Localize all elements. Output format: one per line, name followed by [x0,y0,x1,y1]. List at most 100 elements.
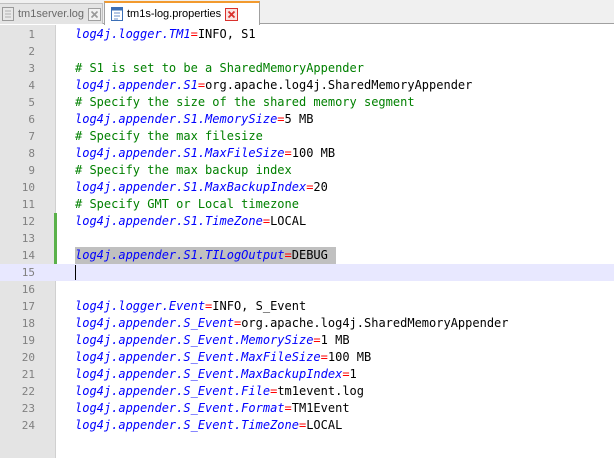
line-number: 20 [21,351,35,364]
code-text: # Specify the max backup index [75,162,292,179]
close-icon[interactable] [88,7,102,21]
property-value: LOCAL [306,418,343,432]
property-value: org.apache.log4j.SharedMemoryAppender [205,78,473,92]
property-value: DEBUG [291,248,328,262]
text-cursor [75,265,76,280]
line-number: 4 [28,79,35,92]
line-number: 23 [21,402,35,415]
code-text: log4j.appender.S_Event.MaxFileSize=100 M… [75,349,371,366]
line-number: 10 [21,181,35,194]
property-value: INFO, S_Event [212,299,307,313]
code-line[interactable]: 7 # Specify the max filesize [0,128,614,145]
property-value: org.apache.log4j.SharedMemoryAppender [241,316,509,330]
code-text: log4j.appender.S_Event.File=tm1event.log [75,383,364,400]
file-icon [2,7,14,21]
property-value: 1 [349,367,357,381]
change-marker [54,230,57,247]
code-text: log4j.appender.S_Event.MaxBackupIndex=1 [75,366,357,383]
code-line[interactable]: 11 # Specify GMT or Local timezone [0,196,614,213]
equals-sign: = [313,333,321,347]
property-key: log4j.appender.S1.MaxFileSize [75,146,285,160]
property-value: 1 MB [320,333,350,347]
line-number: 2 [28,45,35,58]
line-number: 14 [21,249,35,262]
comment-text: # Specify the max filesize [75,129,263,143]
line-number: 11 [21,198,35,211]
close-icon[interactable] [225,7,239,21]
line-number: 5 [28,96,35,109]
code-text: log4j.appender.S1.TILogOutput=DEBUG [75,247,336,264]
tab-label: tm1s-log.properties [127,8,222,20]
code-text: # S1 is set to be a SharedMemoryAppender [75,60,364,77]
code-line[interactable]: 12 log4j.appender.S1.TimeZone=LOCAL [0,213,614,230]
code-text: # Specify the max filesize [75,128,263,145]
change-marker [54,213,57,230]
tab-tm1server-log[interactable]: tm1server.log [0,3,103,24]
equals-sign: = [197,78,206,92]
property-key: log4j.appender.S_Event.MemorySize [75,333,314,347]
code-line[interactable]: 13 [0,230,614,247]
code-line[interactable]: 16 [0,281,614,298]
property-key: log4j.appender.S1.MemorySize [75,112,278,126]
code-line[interactable]: 23 log4j.appender.S_Event.Format=TM1Event [0,400,614,417]
tab-tm1s-log-properties[interactable]: tm1s-log.properties [104,1,260,25]
equals-sign: = [284,146,292,160]
code-line[interactable]: 14 log4j.appender.S1.TILogOutput=DEBUG [0,247,614,264]
line-number: 3 [28,62,35,75]
code-line[interactable]: 2 [0,43,614,60]
line-number: 9 [28,164,35,177]
code-text: log4j.appender.S1.MaxFileSize=100 MB [75,145,335,162]
code-editor[interactable]: 1 log4j.logger.TM1=INFO, S1 2 3 # S1 is set … [0,25,614,458]
code-line[interactable]: 24 log4j.appender.S_Event.TimeZone=LOCAL [0,417,614,434]
code-line[interactable]: 1 log4j.logger.TM1=INFO, S1 [0,26,614,43]
property-key: log4j.appender.S_Event.Format [75,401,285,415]
line-number: 17 [21,300,35,313]
property-value: 20 [313,180,328,194]
code-text: # Specify GMT or Local timezone [75,196,299,213]
property-value: tm1event.log [277,384,365,398]
code-line[interactable]: 17 log4j.logger.Event=INFO, S_Event [0,298,614,315]
comment-text: # Specify GMT or Local timezone [75,197,299,211]
line-number: 6 [28,113,35,126]
code-text: log4j.appender.S_Event=org.apache.log4j.… [75,315,509,332]
property-key: log4j.appender.S1.TILogOutput [75,248,285,262]
code-line[interactable]: 22 log4j.appender.S_Event.File=tm1event.l… [0,383,614,400]
equals-sign: = [262,214,271,228]
code-line[interactable]: 5 # Specify the size of the shared memory… [0,94,614,111]
comment-text: # Specify the max backup index [75,163,292,177]
code-line[interactable]: 21 log4j.appender.S_Event.MaxBackupIndex=… [0,366,614,383]
equals-sign: = [277,112,285,126]
tab-bar: tm1server.log tm1s-log.properties [0,0,614,25]
line-number: 16 [21,283,35,296]
code-text: log4j.appender.S1=org.apache.log4j.Share… [75,77,472,94]
equals-sign: = [190,27,198,41]
change-marker [54,247,57,264]
code-line[interactable]: 10 log4j.appender.S1.MaxBackupIndex=20 [0,179,614,196]
code-text: log4j.appender.S1.MaxBackupIndex=20 [75,179,328,196]
line-number: 24 [21,419,35,432]
code-line[interactable]: 6 log4j.appender.S1.MemorySize=5 MB [0,111,614,128]
property-key: log4j.appender.S_Event [75,316,234,330]
code-line[interactable]: 4 log4j.appender.S1=org.apache.log4j.Shar… [0,77,614,94]
line-number: 19 [21,334,35,347]
code-line[interactable]: 15 [0,264,614,281]
code-line[interactable]: 20 log4j.appender.S_Event.MaxFileSize=100… [0,349,614,366]
equals-sign: = [342,367,350,381]
code-text: log4j.appender.S_Event.MemorySize=1 MB [75,332,350,349]
code-line[interactable]: 9 # Specify the max backup index [0,162,614,179]
code-line[interactable]: 18 log4j.appender.S_Event=org.apache.log4… [0,315,614,332]
comment-text: # S1 is set to be a SharedMemoryAppender [75,61,364,75]
code-line[interactable]: 3 # S1 is set to be a SharedMemoryAppende… [0,60,614,77]
equals-sign: = [320,350,328,364]
file-icon [111,7,123,21]
code-line[interactable]: 8 log4j.appender.S1.MaxFileSize=100 MB [0,145,614,162]
line-number: 8 [28,147,35,160]
code-line[interactable]: 19 log4j.appender.S_Event.MemorySize=1 MB [0,332,614,349]
code-lines: 1 log4j.logger.TM1=INFO, S1 2 3 # S1 is set … [0,26,614,434]
property-key: log4j.appender.S1.TimeZone [75,214,263,228]
code-text: log4j.appender.S_Event.Format=TM1Event [75,400,350,417]
tab-label: tm1server.log [18,8,85,20]
property-value: TM1Event [291,401,350,415]
line-number: 22 [21,385,35,398]
property-key: log4j.logger.TM1 [75,27,191,41]
